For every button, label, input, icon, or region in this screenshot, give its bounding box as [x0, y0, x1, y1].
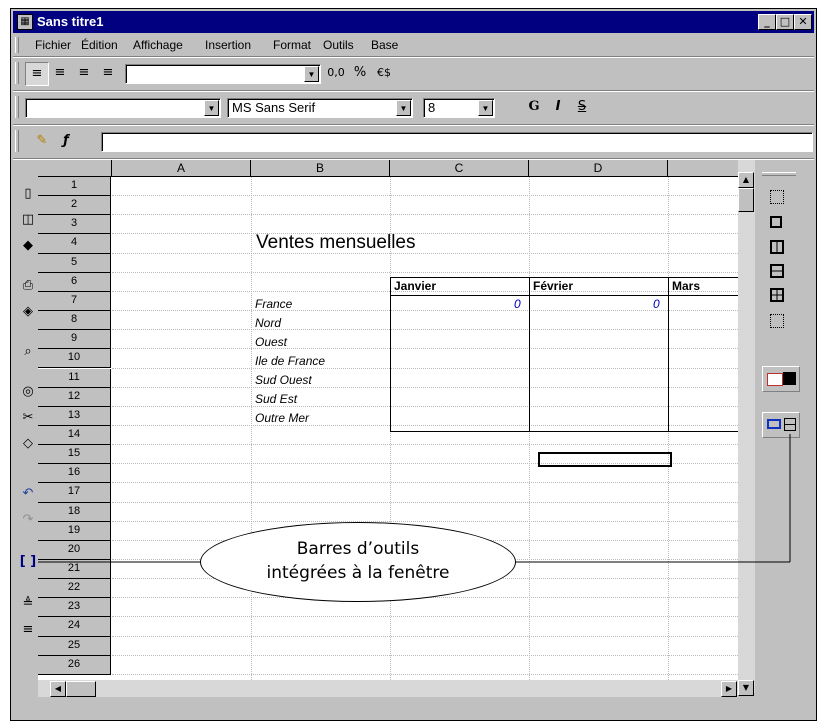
callout-line-1: Barres d’outils: [296, 539, 420, 559]
annotation-callout: Barres d’outils intégrées à la fenêtre: [200, 522, 516, 602]
callout-line-2: intégrées à la fenêtre: [266, 563, 450, 583]
callout-connector: [38, 434, 791, 563]
